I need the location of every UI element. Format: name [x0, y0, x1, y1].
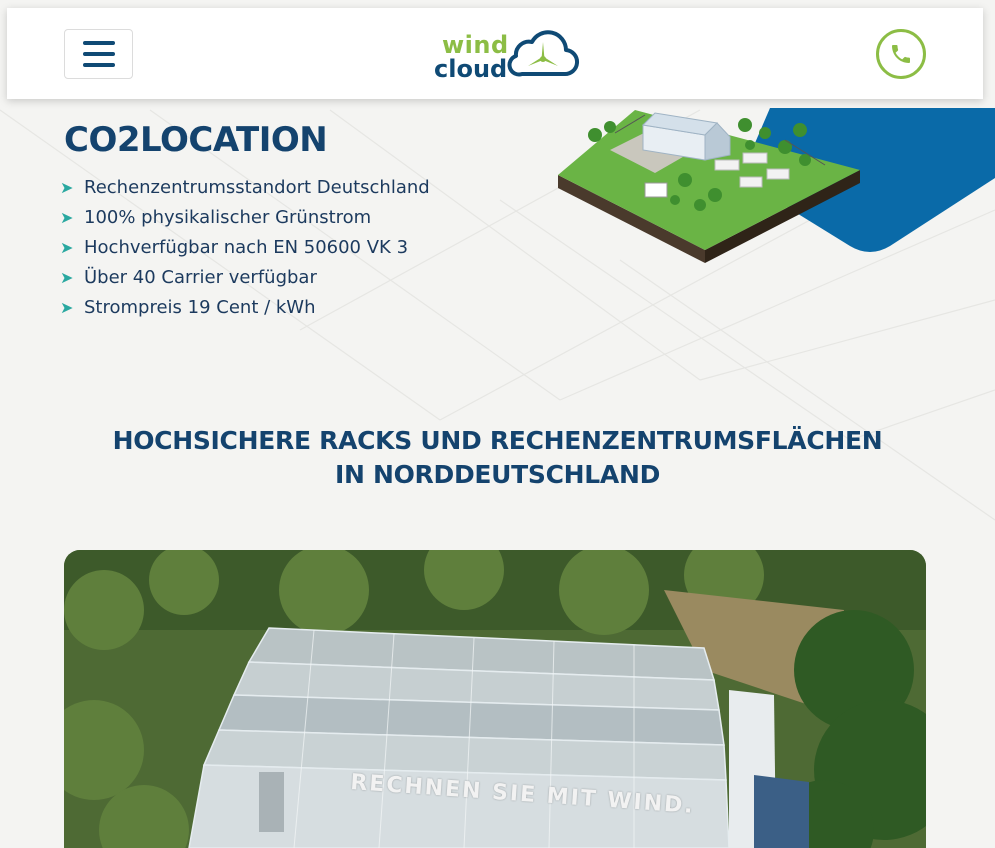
windcloud-logo[interactable]: wind cloud — [434, 28, 579, 83]
feature-item: ➤ Hochverfügbar nach EN 50600 VK 3 — [60, 232, 430, 262]
section-title-line2: IN NORDDEUTSCHLAND — [334, 460, 661, 489]
chevron-right-icon: ➤ — [60, 297, 74, 317]
feature-item: ➤ 100% physikalischer Grünstrom — [60, 202, 430, 232]
section-title: HOCHSICHERE RACKS UND RECHENZENTRUMSFLÄC… — [0, 424, 995, 492]
logo-word-cloud: cloud — [434, 55, 508, 83]
site-header: wind cloud — [7, 8, 983, 99]
feature-item: ➤ Rechenzentrumsstandort Deutschland — [60, 172, 430, 202]
feature-item: ➤ Strompreis 19 Cent / kWh — [60, 292, 430, 322]
feature-text: Rechenzentrumsstandort Deutschland — [84, 176, 430, 198]
feature-text: Strompreis 19 Cent / kWh — [84, 296, 316, 318]
hamburger-menu-icon[interactable] — [64, 29, 133, 79]
datacenter-isometric-illustration — [558, 110, 860, 263]
phone-handset-icon — [892, 45, 910, 63]
hero-title: CO2LOCATION — [64, 120, 328, 160]
chevron-right-icon: ➤ — [60, 237, 74, 257]
feature-item: ➤ Über 40 Carrier verfügbar — [60, 262, 430, 292]
chevron-right-icon: ➤ — [60, 207, 74, 227]
feature-text: Hochverfügbar nach EN 50600 VK 3 — [84, 236, 409, 258]
feature-list: ➤ Rechenzentrumsstandort Deutschland ➤ 100… — [60, 172, 430, 322]
section-title-line1: HOCHSICHERE RACKS UND RECHENZENTRUMSFLÄC… — [112, 426, 883, 455]
phone-icon[interactable] — [876, 29, 926, 79]
feature-text: Über 40 Carrier verfügbar — [84, 266, 317, 288]
chevron-right-icon: ➤ — [60, 267, 74, 287]
cloud-turbine-icon — [507, 30, 579, 77]
feature-text: 100% physikalischer Grünstrom — [84, 206, 372, 228]
chevron-right-icon: ➤ — [60, 177, 74, 197]
